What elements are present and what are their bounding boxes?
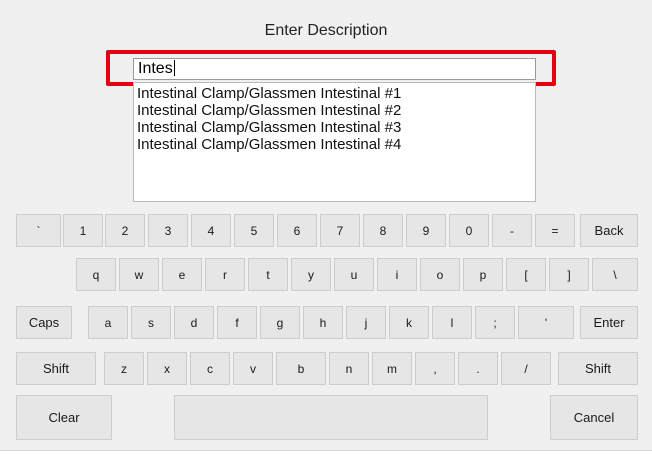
suggestion-item[interactable]: Intestinal Clamp/Glassmen Intestinal #2 xyxy=(137,102,532,119)
key-q[interactable]: q xyxy=(76,258,116,291)
key-0[interactable]: 0 xyxy=(449,214,489,247)
key-m[interactable]: m xyxy=(372,352,412,385)
key-slash[interactable]: / xyxy=(501,352,551,385)
key-y[interactable]: y xyxy=(291,258,331,291)
dialog-title: Enter Description xyxy=(264,22,388,39)
key-9[interactable]: 9 xyxy=(406,214,446,247)
key-u[interactable]: u xyxy=(334,258,374,291)
key-left-bracket[interactable]: [ xyxy=(506,258,546,291)
key-o[interactable]: o xyxy=(420,258,460,291)
key-t[interactable]: t xyxy=(248,258,288,291)
key-z[interactable]: z xyxy=(104,352,144,385)
key-h[interactable]: h xyxy=(303,306,343,339)
key-equals[interactable]: = xyxy=(535,214,575,247)
spacebar-key[interactable] xyxy=(174,395,488,440)
shift-key-right[interactable]: Shift xyxy=(558,352,638,385)
key-n[interactable]: n xyxy=(329,352,369,385)
key-7[interactable]: 7 xyxy=(320,214,360,247)
suggestion-item[interactable]: Intestinal Clamp/Glassmen Intestinal #3 xyxy=(137,119,532,136)
key-x[interactable]: x xyxy=(147,352,187,385)
key-e[interactable]: e xyxy=(162,258,202,291)
key-j[interactable]: j xyxy=(346,306,386,339)
key-backtick[interactable]: ` xyxy=(16,214,61,247)
key-comma[interactable]: , xyxy=(415,352,455,385)
key-semicolon[interactable]: ; xyxy=(475,306,515,339)
key-v[interactable]: v xyxy=(233,352,273,385)
key-b[interactable]: b xyxy=(276,352,326,385)
key-c[interactable]: c xyxy=(190,352,230,385)
key-p[interactable]: p xyxy=(463,258,503,291)
key-8[interactable]: 8 xyxy=(363,214,403,247)
suggestion-item[interactable]: Intestinal Clamp/Glassmen Intestinal #4 xyxy=(137,136,532,153)
key-d[interactable]: d xyxy=(174,306,214,339)
key-2[interactable]: 2 xyxy=(105,214,145,247)
enter-key[interactable]: Enter xyxy=(580,306,638,339)
key-minus[interactable]: - xyxy=(492,214,532,247)
key-l[interactable]: l xyxy=(432,306,472,339)
key-6[interactable]: 6 xyxy=(277,214,317,247)
key-f[interactable]: f xyxy=(217,306,257,339)
key-3[interactable]: 3 xyxy=(148,214,188,247)
clear-key[interactable]: Clear xyxy=(16,395,112,440)
backspace-key[interactable]: Back xyxy=(580,214,638,247)
key-right-bracket[interactable]: ] xyxy=(549,258,589,291)
annotation-highlight-box xyxy=(106,50,556,86)
key-i[interactable]: i xyxy=(377,258,417,291)
key-4[interactable]: 4 xyxy=(191,214,231,247)
caps-lock-key[interactable]: Caps xyxy=(16,306,72,339)
cancel-key[interactable]: Cancel xyxy=(550,395,638,440)
key-r[interactable]: r xyxy=(205,258,245,291)
on-screen-keyboard-dialog: Enter Description Intes Intestinal Clamp… xyxy=(0,0,652,451)
key-a[interactable]: a xyxy=(88,306,128,339)
key-1[interactable]: 1 xyxy=(63,214,103,247)
suggestion-item[interactable]: Intestinal Clamp/Glassmen Intestinal #1 xyxy=(137,85,532,102)
key-apostrophe[interactable]: ' xyxy=(518,306,574,339)
key-w[interactable]: w xyxy=(119,258,159,291)
key-k[interactable]: k xyxy=(389,306,429,339)
suggestion-list[interactable]: Intestinal Clamp/Glassmen Intestinal #1 … xyxy=(133,82,536,202)
key-g[interactable]: g xyxy=(260,306,300,339)
key-period[interactable]: . xyxy=(458,352,498,385)
key-5[interactable]: 5 xyxy=(234,214,274,247)
key-s[interactable]: s xyxy=(131,306,171,339)
shift-key-left[interactable]: Shift xyxy=(16,352,96,385)
key-backslash[interactable]: \ xyxy=(592,258,638,291)
